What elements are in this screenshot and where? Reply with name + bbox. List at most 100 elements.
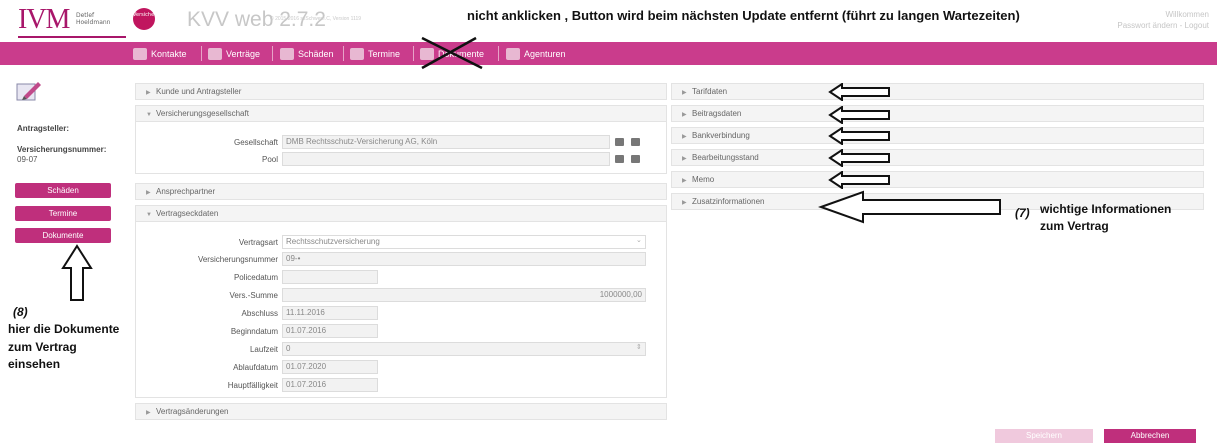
nav-divider — [343, 46, 344, 61]
laufzeit-field[interactable]: 0 — [282, 342, 646, 356]
folder-icon[interactable] — [631, 155, 640, 163]
hauptfaelligkeit-label: Hauptfälligkeit — [227, 381, 278, 390]
versicherungsnummer-label: Versicherungsnummer — [197, 255, 278, 264]
damage-icon — [280, 47, 294, 60]
hauptfaelligkeit-field[interactable]: 01.07.2016 — [282, 378, 378, 392]
panel-title: Bankverbindung — [692, 131, 750, 140]
beginndatum-label: Beginndatum — [230, 327, 278, 336]
panel-vertragseckdaten[interactable]: ▼ Vertragseckdaten — [135, 205, 667, 222]
cancel-button[interactable]: Abbrechen — [1104, 429, 1196, 443]
nav-label: Schäden — [298, 48, 334, 59]
collapse-icon: ▼ — [146, 112, 152, 118]
expand-icon: ▶ — [682, 112, 687, 118]
nav-vertraege[interactable]: Verträge — [208, 42, 260, 65]
expand-icon: ▶ — [146, 90, 151, 96]
list-icon[interactable] — [615, 138, 624, 146]
expand-icon: ▶ — [682, 178, 687, 184]
gesellschaft-label: Gesellschaft — [233, 138, 278, 147]
annotation-line: einsehen — [8, 357, 61, 371]
expand-icon: ▶ — [146, 190, 151, 196]
up-arrow-annotation — [61, 244, 93, 301]
main-nav: Kontakte Verträge Schäden Termine Dokume… — [0, 42, 1217, 65]
expand-icon: ▶ — [146, 410, 151, 416]
nav-divider — [201, 46, 202, 61]
nav-divider — [498, 46, 499, 61]
collapse-icon: ▼ — [146, 212, 152, 218]
panel-kunde[interactable]: ▶ Kunde und Antragsteller — [135, 83, 667, 100]
panel-versicherungsgesellschaft[interactable]: ▼ Versicherungsgesellschaft — [135, 105, 667, 122]
warning-annotation: nicht anklicken , Button wird beim nächs… — [467, 8, 1020, 23]
expand-icon: ▶ — [682, 134, 687, 140]
panel-title: Beitragsdaten — [692, 109, 742, 118]
list-icon[interactable] — [615, 155, 624, 163]
panel-tarifdaten[interactable]: ▶ Tarifdaten — [671, 83, 1204, 100]
edit-icon[interactable] — [14, 78, 42, 104]
agencies-icon — [506, 47, 520, 60]
pool-label: Pool — [261, 155, 278, 164]
panel-title: Tarifdaten — [692, 87, 728, 96]
vertragsart-select[interactable]: Rechtsschutzversicherung — [282, 235, 646, 249]
panel-memo[interactable]: ▶ Memo — [671, 171, 1204, 188]
versges-body: Gesellschaft DMB Rechtsschutz-Versicheru… — [135, 122, 667, 174]
nav-label: Verträge — [226, 48, 261, 59]
expand-icon: ▶ — [682, 156, 687, 162]
nav-label: Termine — [368, 48, 401, 59]
save-button[interactable]: Speichern — [995, 429, 1093, 443]
gesellschaft-field[interactable]: DMB Rechtsschutz-Versicherung AG, Köln — [282, 135, 610, 149]
chevron-down-icon: ⌄ — [636, 236, 642, 244]
panel-vertragsaenderungen[interactable]: ▶ Vertragsänderungen — [135, 403, 667, 420]
left-arrow-annotation — [828, 127, 890, 145]
left-arrow-annotation — [828, 171, 890, 189]
nav-divider — [272, 46, 273, 61]
beginndatum-field[interactable]: 01.07.2016 — [282, 324, 378, 338]
policedatum-field[interactable] — [282, 270, 378, 284]
panel-bankverbindung[interactable]: ▶ Bankverbindung — [671, 127, 1204, 144]
panel-title: Vertragseckdaten — [156, 209, 219, 218]
vers-summe-field[interactable]: 1000000,00 — [282, 288, 646, 302]
panel-ansprechpartner[interactable]: ▶ Ansprechpartner — [135, 183, 667, 200]
nav-termine[interactable]: Termine — [350, 42, 400, 65]
termine-button[interactable]: Termine — [15, 206, 111, 221]
nav-kontakte[interactable]: Kontakte — [133, 42, 187, 65]
nav-agenturen[interactable]: Agenturen — [506, 42, 566, 65]
stepper-icon[interactable]: ⇕ — [636, 343, 642, 351]
annotation-line: hier die Dokumente — [8, 322, 120, 336]
pool-field[interactable] — [282, 152, 610, 166]
contacts-icon — [133, 47, 147, 60]
folder-icon[interactable] — [631, 138, 640, 146]
annotation-line: wichtige Informationen — [1040, 202, 1172, 216]
left-arrow-annotation — [828, 149, 890, 167]
antragsteller-label: Antragsteller: — [17, 124, 70, 133]
badge-seal: Versicherungsmakler — [133, 8, 186, 30]
panel-bearbeitungsstand[interactable]: ▶ Bearbeitungsstand — [671, 149, 1204, 166]
versicherungsnummer-label: Versicherungsnummer: — [17, 145, 107, 154]
policedatum-label: Policedatum — [233, 273, 278, 282]
laufzeit-label: Laufzeit — [249, 345, 278, 354]
panel-title: Zusatzinformationen — [692, 197, 765, 206]
user-links[interactable]: Passwort ändern - Logout — [1117, 20, 1209, 31]
company-logo: IVM Detlef Hoeldmann — [18, 6, 126, 38]
ablaufdatum-field[interactable]: 01.07.2020 — [282, 360, 378, 374]
nav-label: Agenturen — [524, 48, 566, 59]
logo-subtitle: Detlef Hoeldmann — [76, 12, 111, 26]
vertragsart-label: Vertragsart — [238, 238, 278, 247]
annotation-number-7: (7) — [1015, 206, 1030, 220]
left-arrow-annotation — [828, 106, 890, 124]
panel-title: Ansprechpartner — [156, 187, 216, 196]
versicherungsnummer-field[interactable]: 09-• — [282, 252, 646, 266]
vers-summe-label: Vers.-Summe — [229, 291, 278, 300]
calendar-icon — [350, 47, 364, 60]
schaeden-button[interactable]: Schäden — [15, 183, 111, 198]
ablaufdatum-label: Ablaufdatum — [233, 363, 278, 372]
nav-divider — [413, 46, 414, 61]
nav-schaeden[interactable]: Schäden — [280, 42, 334, 65]
abschluss-field[interactable]: 11.11.2016 — [282, 306, 378, 320]
left-arrow-annotation — [828, 83, 890, 101]
user-greeting: Willkommen — [1165, 10, 1209, 19]
panel-title: Vertragsänderungen — [156, 407, 229, 416]
large-left-arrow-annotation — [818, 190, 1001, 224]
contracts-icon — [208, 47, 222, 60]
panel-title: Bearbeitungsstand — [692, 153, 759, 162]
dokumente-button[interactable]: Dokumente — [15, 228, 111, 243]
panel-beitragsdaten[interactable]: ▶ Beitragsdaten — [671, 105, 1204, 122]
